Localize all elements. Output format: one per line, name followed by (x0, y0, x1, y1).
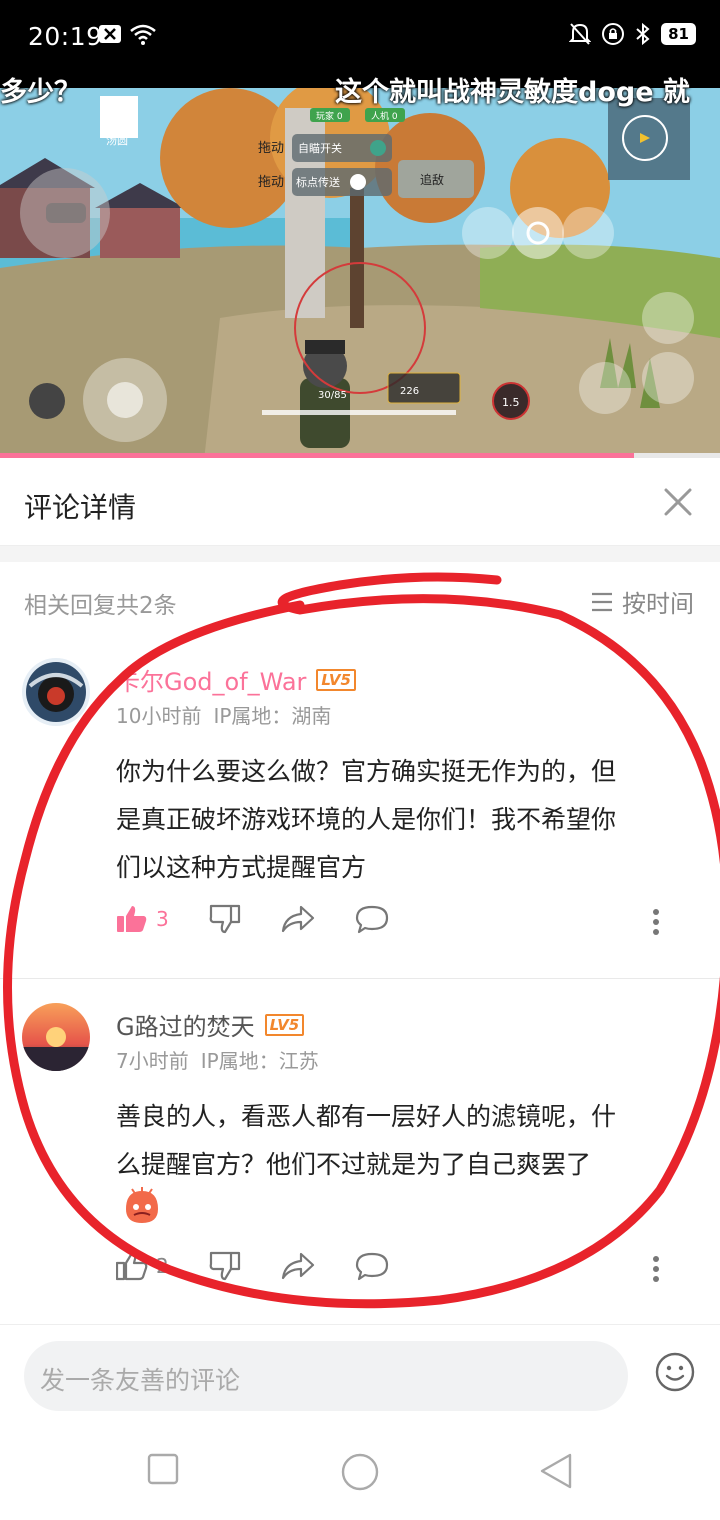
reply-button[interactable] (355, 904, 389, 934)
ammo-count: 30 (318, 390, 331, 401)
danmaku-text-left: 多少？ (0, 77, 81, 108)
bot-count-label: 人机 (371, 110, 389, 122)
player-name: 汤圆 (106, 133, 128, 147)
wifi-icon (130, 24, 156, 45)
avatar[interactable] (22, 658, 90, 726)
angry-emoji-icon (126, 1187, 158, 1223)
share-button[interactable] (281, 1251, 315, 1281)
ammo-reserve: 85 (334, 390, 347, 401)
reply-icon (355, 905, 388, 934)
chase-button: 追敌 (420, 172, 444, 187)
avatar[interactable] (22, 1003, 90, 1071)
comment-item: G路过的焚天 LV5 7小时前 IP属地：江苏 善良的人，看恶人都有一层好人的滤镜… (0, 979, 720, 1324)
sort-button[interactable]: 按时间 (590, 584, 694, 619)
nav-recent-icon[interactable] (146, 1452, 180, 1486)
svg-text:人机 0: 人机 0 (371, 110, 398, 122)
more-icon[interactable] (652, 908, 660, 936)
comment-time: 7小时前 (116, 1049, 189, 1073)
comment-line: 是真正破坏游戏环境的人是你们！我不希望你 (116, 805, 617, 834)
like-count: 3 (156, 907, 169, 931)
status-time: 20:19 (28, 22, 103, 51)
comment-username[interactable]: 卡尔God_of_War (116, 662, 306, 697)
dislike-icon (209, 1251, 240, 1281)
toggle-2-label: 标点传送 (296, 175, 340, 189)
battery-indicator: 81 (661, 23, 696, 45)
comment-ip: IP属地：江苏 (200, 1049, 319, 1073)
like-count: 2 (156, 1254, 169, 1278)
player-count: 0 (337, 112, 343, 122)
comment-input-bar: 发一条友善的评论 (0, 1324, 720, 1428)
comment-username[interactable]: G路过的焚天 (116, 1007, 255, 1042)
comment-line: 么提醒官方？他们不过就是为了自己爽罢了 (116, 1150, 592, 1179)
zoom-level: 1.5 (502, 396, 520, 409)
comment-line: 你为什么要这么做？官方确实挺无作为的，但 (116, 757, 617, 786)
sort-label: 按时间 (622, 590, 694, 618)
game-scene: 汤圆 玩家 0 人机 0 拖动 自瞄开关 拖动 标点传送 追敌 226 30/8… (0, 88, 720, 458)
bot-count: 0 (392, 112, 398, 122)
comment-text: 善良的人，看恶人都有一层好人的滤镜呢，什 么提醒官方？他们不过就是为了自己爽罢了 (116, 1093, 706, 1189)
notification-x-icon (99, 25, 121, 43)
comment-actions: 2 (116, 1251, 429, 1281)
video-player[interactable]: 汤圆 玩家 0 人机 0 拖动 自瞄开关 拖动 标点传送 追敌 226 30/8… (0, 72, 720, 458)
comment-item: 卡尔God_of_War LV5 10小时前 IP属地：湖南 你为什么要这么做？官… (0, 642, 720, 978)
like-icon (117, 906, 147, 932)
reply-summary-bar: 相关回复共2条 按时间 (0, 562, 720, 642)
app-page: 20:19 81 汤圆 玩家 0 人机 0 拖动 自瞄开关 拖动 标点传送 追敌… (0, 0, 720, 1520)
like-button[interactable]: 3 (116, 904, 169, 934)
comment-detail-header: 评论详情 (0, 458, 720, 546)
share-icon (281, 905, 314, 933)
comment-text: 你为什么要这么做？官方确实挺无作为的，但 是真正破坏游戏环境的人是你们！我不希望… (116, 748, 706, 892)
svg-text:玩家 0: 玩家 0 (316, 110, 343, 122)
like-icon (116, 1251, 148, 1281)
reply-button[interactable] (355, 1251, 389, 1281)
comment-line: 们以这种方式提醒官方 (116, 853, 367, 882)
comment-input[interactable]: 发一条友善的评论 (24, 1341, 628, 1411)
dislike-icon (209, 904, 240, 934)
svg-text:30/85: 30/85 (318, 390, 347, 401)
comment-input-placeholder: 发一条友善的评论 (40, 1366, 241, 1395)
emoji-icon[interactable] (654, 1351, 696, 1393)
player-count-label: 玩家 (316, 110, 334, 122)
dislike-button[interactable] (209, 1251, 241, 1281)
share-icon (281, 1252, 314, 1280)
reply-count: 相关回复共2条 (24, 593, 177, 619)
sort-icon (592, 592, 612, 611)
comment-ip: IP属地：湖南 (213, 704, 332, 728)
page-title: 评论详情 (24, 491, 137, 524)
toggle-1-label: 自瞄开关 (298, 141, 342, 155)
nav-back-icon[interactable] (538, 1452, 574, 1490)
danmaku-text-right: 这个就叫战神灵敏度doge 就 (335, 77, 690, 108)
nav-home-icon[interactable] (340, 1452, 380, 1492)
comment-time: 10小时前 (116, 704, 202, 728)
level-badge: LV5 (316, 668, 356, 691)
section-divider (0, 546, 720, 562)
drag-label-1: 拖动 (258, 141, 284, 156)
comment-meta: 10小时前 IP属地：湖南 (116, 700, 331, 729)
bluetooth-icon (636, 22, 650, 46)
close-icon[interactable] (658, 482, 698, 522)
comment-meta: 7小时前 IP属地：江苏 (116, 1045, 319, 1074)
drag-label-2: 拖动 (258, 175, 284, 190)
like-button[interactable]: 2 (116, 1251, 169, 1281)
lock-rotation-icon (602, 23, 625, 45)
dislike-button[interactable] (209, 904, 241, 934)
status-bar: 20:19 81 (0, 0, 720, 72)
more-icon[interactable] (652, 1255, 660, 1283)
reply-icon (355, 1252, 388, 1281)
level-badge: LV5 (264, 1013, 305, 1036)
comment-actions: 3 (116, 904, 429, 934)
ammo-total: 226 (400, 386, 419, 397)
comment-line: 善良的人，看恶人都有一层好人的滤镜呢，什 (116, 1102, 617, 1131)
share-button[interactable] (281, 904, 315, 934)
bell-muted-icon (569, 23, 592, 45)
system-nav-bar (0, 1428, 720, 1520)
